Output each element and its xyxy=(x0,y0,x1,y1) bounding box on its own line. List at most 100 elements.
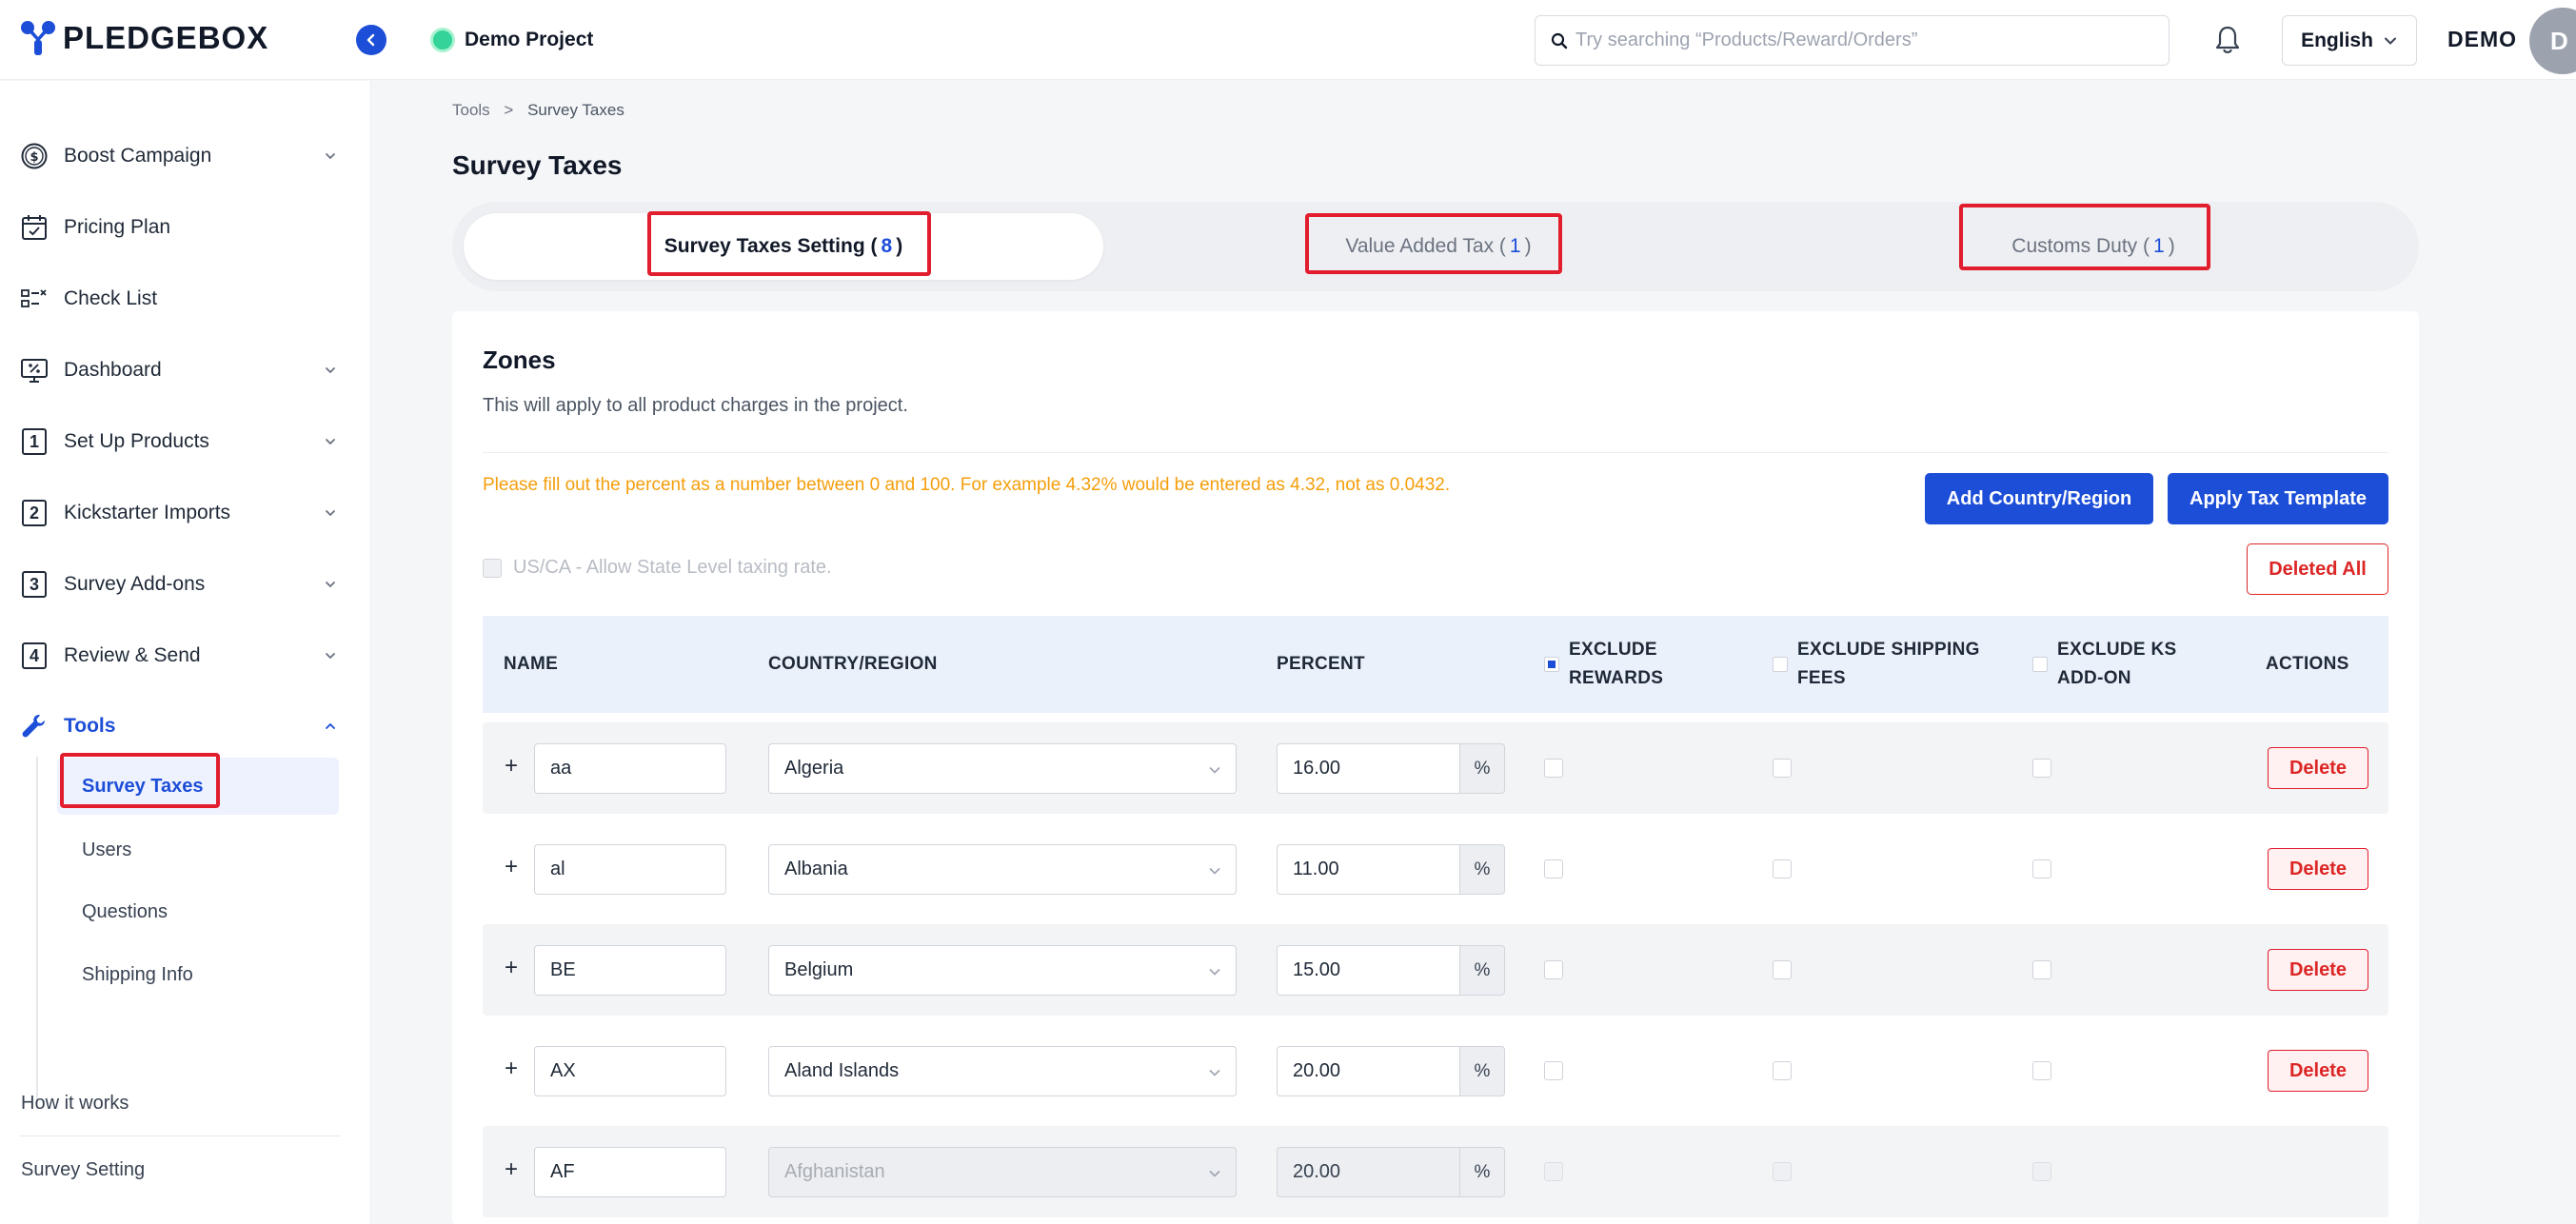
column-label: REWARDS xyxy=(1569,668,1664,688)
country-select[interactable]: Algeria xyxy=(768,743,1237,794)
delete-button[interactable]: Delete xyxy=(2268,949,2368,991)
sidebar-subitem-survey-taxes[interactable]: Survey Taxes xyxy=(57,758,339,815)
column-label: FEES xyxy=(1797,668,1846,688)
name-input[interactable] xyxy=(534,1046,726,1096)
expand-row-button[interactable]: + xyxy=(502,1056,521,1082)
expand-row-button[interactable]: + xyxy=(502,753,521,780)
expand-row-button[interactable]: + xyxy=(502,854,521,880)
project-name: Demo Project xyxy=(465,29,594,50)
sidebar-item-check-list[interactable]: Check List xyxy=(19,278,339,320)
search-box[interactable] xyxy=(1535,15,2170,66)
avatar[interactable]: D xyxy=(2529,8,2576,74)
percent-input[interactable] xyxy=(1277,945,1459,996)
page-title: Survey Taxes xyxy=(452,150,623,180)
column-label: EXCLUDE xyxy=(1569,640,1657,660)
sidebar-item-tools[interactable]: Tools xyxy=(19,705,339,747)
language-selector[interactable]: English xyxy=(2282,15,2417,66)
delete-button[interactable]: Delete xyxy=(2268,848,2368,890)
exclude-rewards-checkbox[interactable] xyxy=(1544,1061,1563,1080)
search-input[interactable] xyxy=(1575,30,2147,51)
breadcrumb-tools[interactable]: Tools xyxy=(452,101,490,119)
project-selector[interactable]: Demo Project xyxy=(430,25,593,55)
sidebar-item-label: Check List xyxy=(64,287,158,309)
delete-all-button[interactable]: Deleted All xyxy=(2247,543,2388,595)
percent-input[interactable] xyxy=(1277,743,1459,794)
name-input[interactable] xyxy=(534,743,726,794)
exclude-ks-checkbox[interactable] xyxy=(2032,759,2051,778)
sidebar-subitem-users[interactable]: Users xyxy=(57,821,339,879)
sidebar-item-pricing-plan[interactable]: Pricing Plan xyxy=(19,207,339,248)
tab-count: 1 xyxy=(1509,235,1521,257)
state-level-checkbox[interactable] xyxy=(483,558,502,578)
column-exclude-shipping-fees: EXCLUDE SHIPPING FEES xyxy=(1773,616,1980,713)
dollar-circle-icon: $ xyxy=(19,141,50,171)
tab-value-added-tax[interactable]: Value Added Tax ( 1 ) xyxy=(1119,213,1758,280)
survey-setting-link[interactable]: Survey Setting xyxy=(21,1159,145,1181)
name-input[interactable] xyxy=(534,945,726,996)
tab-close-paren: ) xyxy=(896,235,903,257)
country-select[interactable]: Albania xyxy=(768,844,1237,895)
logo[interactable]: PLEDGEBOX xyxy=(19,17,268,59)
bell-icon[interactable] xyxy=(2210,23,2245,57)
step-number: 1 xyxy=(22,428,47,455)
exclude-shipping-checkbox[interactable] xyxy=(1773,1061,1792,1080)
percent-input xyxy=(1277,1147,1459,1197)
percent-suffix: % xyxy=(1459,1046,1505,1096)
table-row: + Belgium % Delete xyxy=(483,924,2388,1016)
sidebar-item-kickstarter-imports[interactable]: 2 Kickstarter Imports xyxy=(19,492,339,534)
chevron-down-icon xyxy=(1209,766,1220,774)
exclude-shipping-checkbox[interactable] xyxy=(1773,859,1792,879)
tab-label: Customs Duty ( xyxy=(2011,235,2150,257)
exclude-ks-checkbox[interactable] xyxy=(2032,859,2051,879)
tab-customs-duty[interactable]: Customs Duty ( 1 ) xyxy=(1773,213,2413,280)
collapse-sidebar-button[interactable] xyxy=(356,25,386,55)
column-label: EXCLUDE SHIPPING xyxy=(1797,640,1980,660)
sidebar-item-label: Pricing Plan xyxy=(64,216,171,238)
name-input[interactable] xyxy=(534,1147,726,1197)
exclude-shipping-checkbox[interactable] xyxy=(1773,759,1792,778)
exclude-rewards-checkbox[interactable] xyxy=(1544,960,1563,979)
percent-input[interactable] xyxy=(1277,844,1459,895)
country-select[interactable]: Aland Islands xyxy=(768,1046,1237,1096)
project-status-icon xyxy=(430,28,455,52)
add-country-region-button[interactable]: Add Country/Region xyxy=(1925,473,2153,524)
sidebar-subitem-questions[interactable]: Questions xyxy=(57,883,339,940)
exclude-rewards-checkbox[interactable] xyxy=(1544,759,1563,778)
sidebar-subitem-shipping-info[interactable]: Shipping Info xyxy=(57,946,339,1003)
how-it-works-link[interactable]: How it works xyxy=(21,1093,129,1115)
user-name[interactable]: DEMO xyxy=(2447,27,2517,52)
expand-row-button[interactable]: + xyxy=(502,1156,521,1183)
table-row: + Afghanistan % xyxy=(483,1126,2388,1217)
country-select[interactable]: Belgium xyxy=(768,945,1237,996)
percent-input[interactable] xyxy=(1277,1046,1459,1096)
sidebar-item-dashboard[interactable]: Dashboard xyxy=(19,349,339,391)
percent-field: % xyxy=(1277,1147,1505,1197)
state-level-label: US/CA - Allow State Level taxing rate. xyxy=(513,557,832,578)
country-value: Algeria xyxy=(784,758,844,779)
expand-row-button[interactable]: + xyxy=(502,955,521,981)
exclude-ks-checkbox[interactable] xyxy=(2032,960,2051,979)
exclude-rewards-all-checkbox[interactable] xyxy=(1544,657,1559,672)
table-row: + Albania % Delete xyxy=(483,823,2388,915)
pledgebox-logo-icon xyxy=(21,21,55,55)
chevron-left-icon xyxy=(367,33,375,47)
sidebar-item-review-send[interactable]: 4 Review & Send xyxy=(19,635,339,677)
checklist-icon xyxy=(19,284,50,314)
state-level-checkbox-row[interactable]: US/CA - Allow State Level taxing rate. xyxy=(483,557,832,579)
tab-survey-taxes-setting[interactable]: Survey Taxes Setting ( 8 ) xyxy=(464,213,1103,280)
exclude-rewards-checkbox[interactable] xyxy=(1544,859,1563,879)
sidebar-item-set-up-products[interactable]: 1 Set Up Products xyxy=(19,421,339,463)
apply-tax-template-button[interactable]: Apply Tax Template xyxy=(2168,473,2388,524)
exclude-ks-all-checkbox[interactable] xyxy=(2032,657,2048,672)
exclude-ks-checkbox xyxy=(2032,1162,2051,1181)
delete-button[interactable]: Delete xyxy=(2268,747,2368,789)
sidebar-item-boost-campaign[interactable]: $ Boost Campaign xyxy=(19,135,339,177)
number-2-icon: 2 xyxy=(19,498,50,528)
sidebar-item-survey-add-ons[interactable]: 3 Survey Add-ons xyxy=(19,563,339,605)
exclude-ks-checkbox[interactable] xyxy=(2032,1061,2051,1080)
exclude-shipping-checkbox[interactable] xyxy=(1773,960,1792,979)
name-input[interactable] xyxy=(534,844,726,895)
delete-button[interactable]: Delete xyxy=(2268,1050,2368,1092)
exclude-shipping-all-checkbox[interactable] xyxy=(1773,657,1788,672)
tab-close-paren: ) xyxy=(2168,235,2175,257)
